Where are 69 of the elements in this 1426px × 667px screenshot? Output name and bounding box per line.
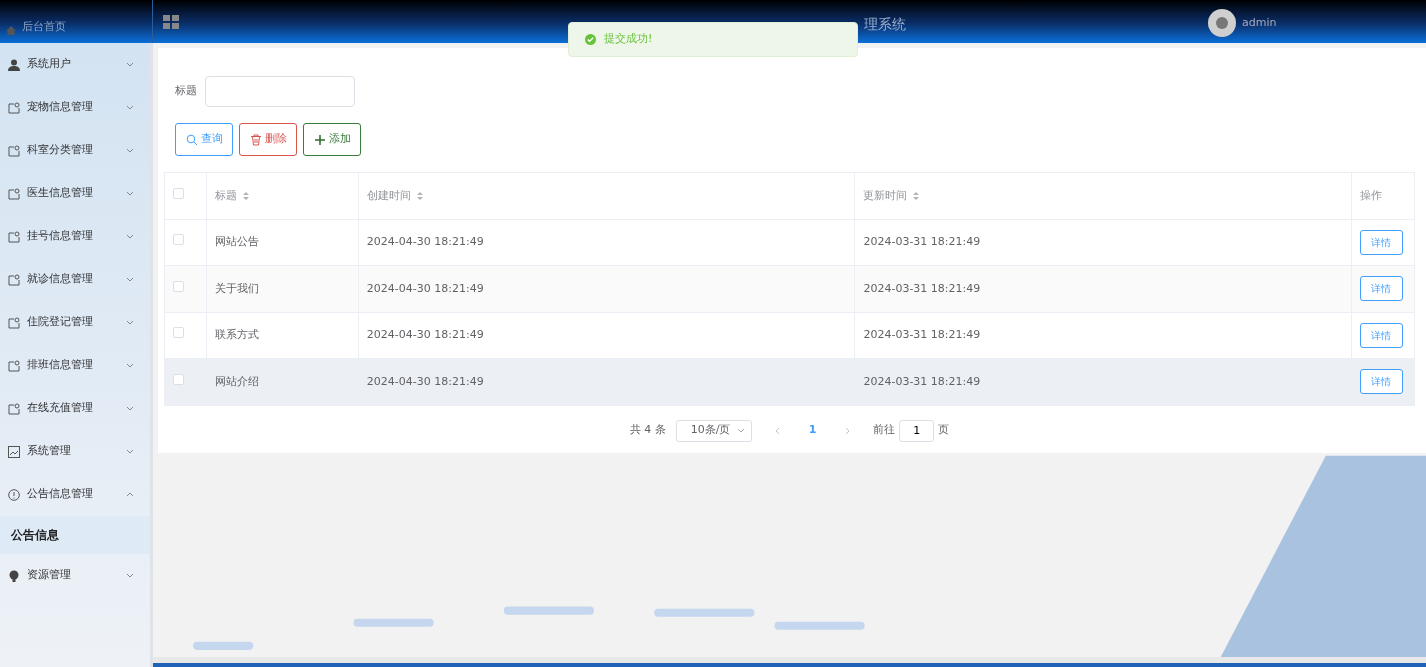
- table-cell: 2024-03-31 18:21:49: [863, 281, 981, 295]
- page-size-select[interactable]: 10条/页: [675, 419, 752, 442]
- toast-message: 提交成功!: [604, 31, 653, 48]
- menu-icon[interactable]: [163, 14, 179, 29]
- row-checkbox[interactable]: [173, 234, 184, 245]
- sidebar-item[interactable]: 宠物信息管理: [0, 86, 150, 129]
- user-icon: [8, 58, 20, 71]
- select-all-checkbox[interactable]: [173, 187, 184, 199]
- document-icon: [8, 402, 20, 415]
- document-icon: [8, 316, 20, 329]
- sidebar-item[interactable]: 住院登记管理: [0, 301, 150, 344]
- chevron-down-icon: [736, 427, 745, 434]
- image-icon: [8, 445, 20, 458]
- field-label: 标题: [175, 83, 197, 100]
- table-cell: 2024-04-30 18:21:49: [366, 328, 484, 341]
- trash-icon: [249, 133, 262, 146]
- table-cell: 2024-03-31 18:21:49: [863, 328, 981, 341]
- document-icon: [8, 144, 20, 157]
- sidebar-item[interactable]: 排班信息管理: [0, 344, 150, 387]
- user-name[interactable]: admin: [1242, 14, 1277, 32]
- sort-icon: [415, 190, 424, 201]
- sidebar-item[interactable]: 就诊信息管理: [0, 258, 150, 301]
- row-checkbox[interactable]: [173, 373, 184, 385]
- bulb-icon: [8, 569, 20, 582]
- sidebar-item[interactable]: 公告信息管理: [0, 473, 150, 516]
- document-icon: [8, 273, 20, 286]
- table-cell: 网站介绍: [215, 374, 259, 388]
- info-icon: [8, 488, 20, 501]
- document-icon: [8, 187, 20, 200]
- row-checkbox[interactable]: [173, 327, 184, 338]
- sidebar-item[interactable]: 系统管理: [0, 430, 150, 473]
- home-link[interactable]: 后台首页: [22, 18, 66, 35]
- sidebar-item[interactable]: 医生信息管理: [0, 172, 150, 215]
- document-icon: [8, 230, 20, 243]
- check-icon: [585, 34, 596, 45]
- home-icon: [6, 26, 16, 35]
- document-icon: [8, 359, 20, 372]
- page-input[interactable]: 1: [899, 419, 935, 442]
- sidebar-subitem[interactable]: 公告信息: [0, 516, 150, 554]
- table-cell: 2024-04-30 18:21:49: [366, 374, 484, 388]
- sidebar-item[interactable]: 科室分类管理: [0, 129, 150, 172]
- goto-label: 前往: [873, 422, 896, 439]
- avatar-icon: [1208, 9, 1236, 37]
- total-count: 共 4 条: [629, 422, 666, 439]
- sort-icon: [242, 190, 250, 201]
- plus-icon: [313, 133, 326, 146]
- table-cell: 2024-03-31 18:21:49: [863, 235, 981, 248]
- table-cell: 联系方式: [215, 328, 259, 341]
- table-cell: 2024-04-30 18:21:49: [366, 281, 484, 295]
- add-button[interactable]: 添加: [303, 123, 361, 156]
- search-icon: [185, 133, 198, 146]
- sort-icon: [912, 190, 921, 201]
- column-header: 操作: [1360, 188, 1382, 202]
- next-page-icon: [844, 426, 852, 435]
- document-icon: [8, 101, 20, 114]
- sidebar-item[interactable]: 在线充值管理: [0, 387, 150, 430]
- table-cell: 网站公告: [215, 235, 259, 248]
- sidebar-item[interactable]: 资源管理: [0, 554, 150, 597]
- title-input[interactable]: [205, 76, 355, 107]
- app-title: 理系统: [864, 15, 906, 34]
- sidebar-item[interactable]: 挂号信息管理: [0, 215, 150, 258]
- prev-page-icon: [773, 426, 781, 435]
- table-cell: 2024-04-30 18:21:49: [366, 235, 484, 248]
- sidebar-item[interactable]: 系统用户: [0, 43, 150, 86]
- row-checkbox[interactable]: [173, 280, 184, 292]
- table-cell: 关于我们: [215, 281, 259, 295]
- page-suffix: 页: [938, 422, 950, 439]
- table-cell: 2024-03-31 18:21:49: [863, 374, 981, 388]
- delete-button[interactable]: 删除: [239, 123, 297, 156]
